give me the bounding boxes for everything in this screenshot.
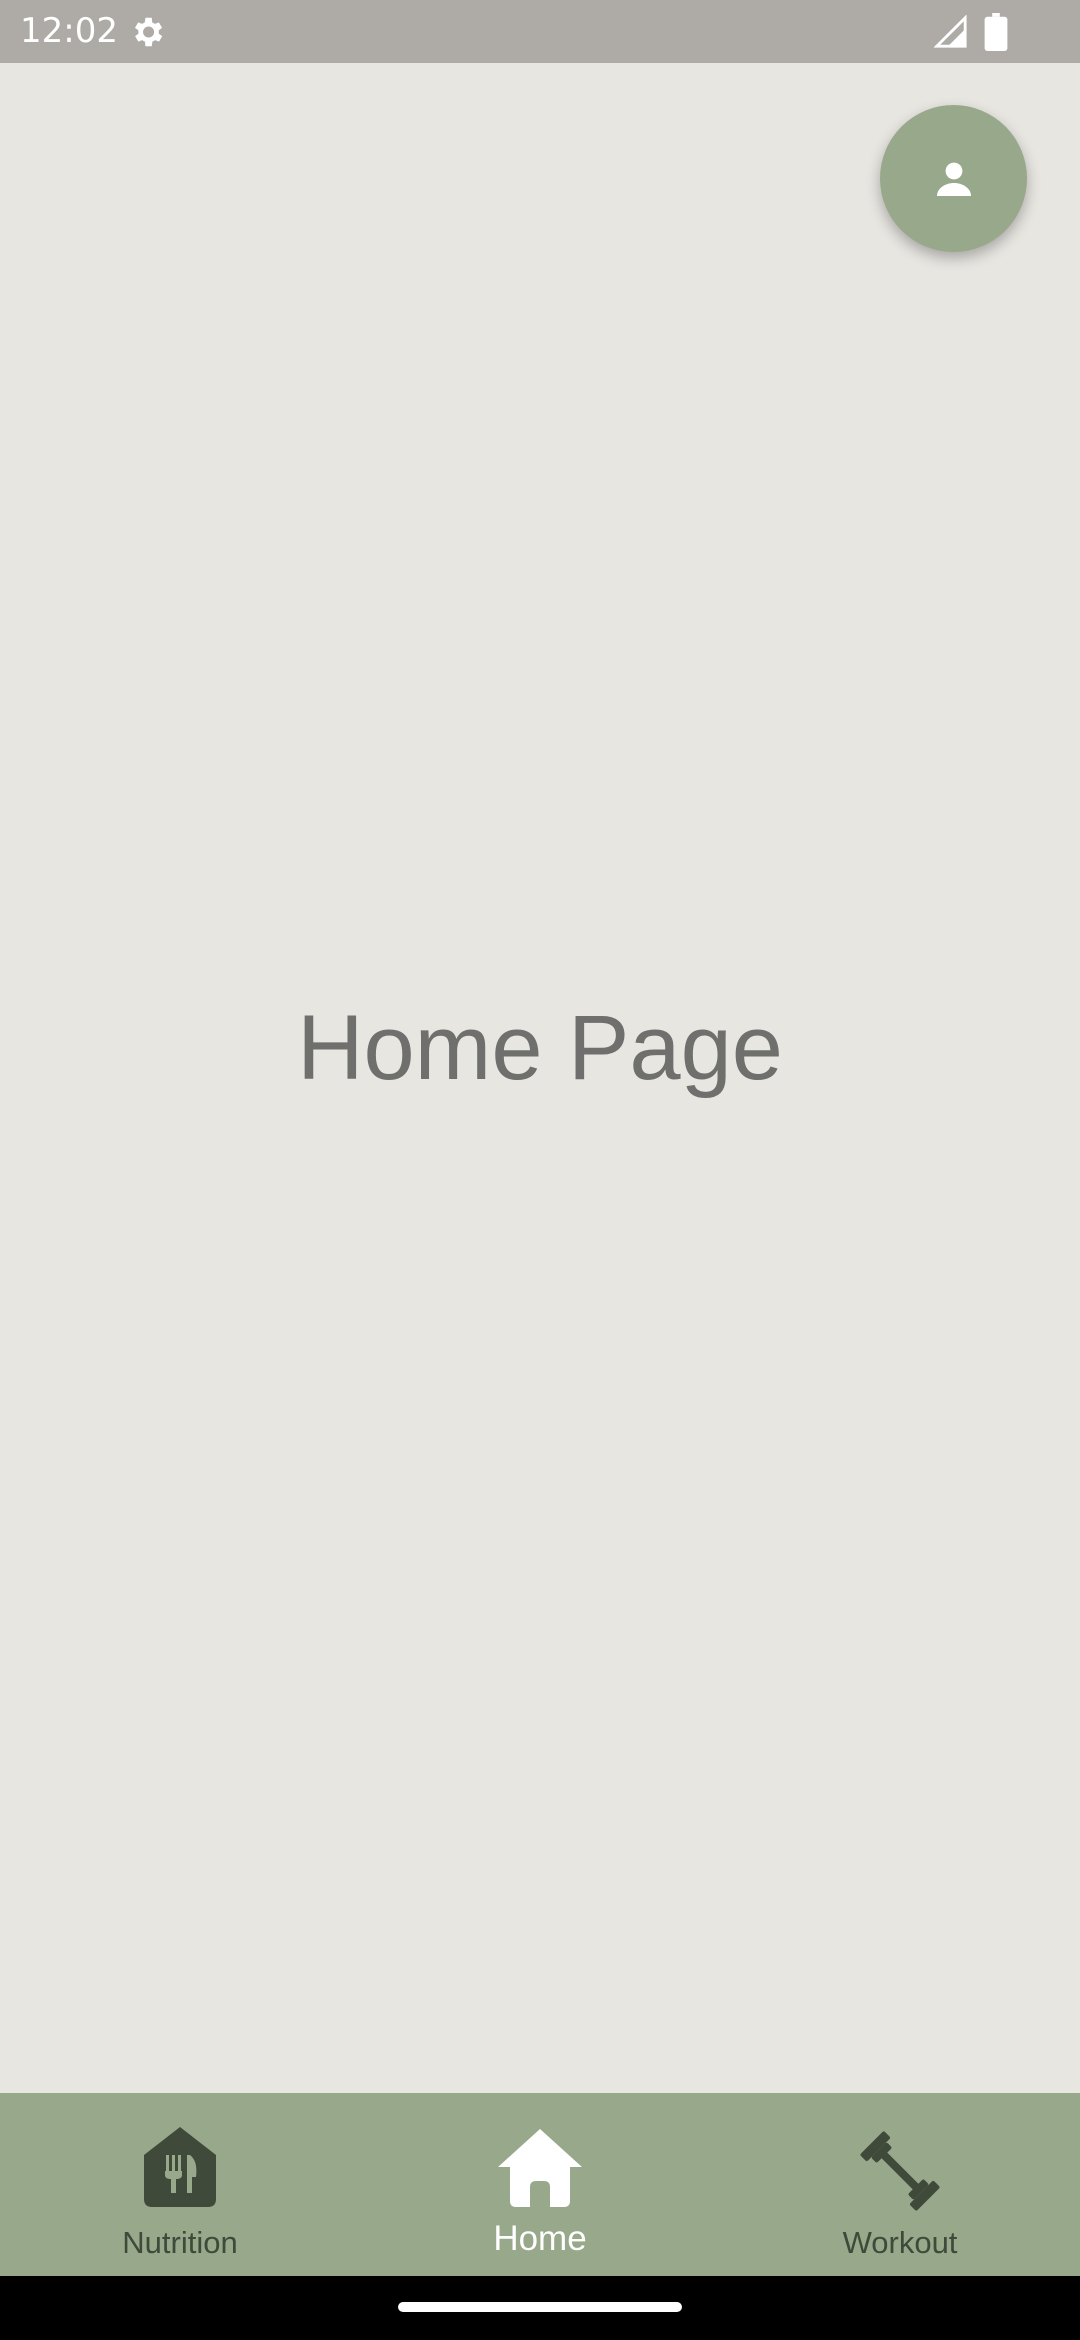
home-icon	[490, 2121, 590, 2221]
gear-icon	[128, 13, 166, 51]
cell-signal-icon	[933, 14, 968, 49]
nav-label-nutrition: Nutrition	[122, 2225, 238, 2260]
system-navigation-bar	[0, 2276, 1080, 2340]
restaurant-icon	[130, 2121, 230, 2221]
page-title: Home Page	[297, 997, 783, 1099]
nav-item-nutrition[interactable]: Nutrition	[0, 2093, 360, 2276]
nav-item-home[interactable]: Home	[360, 2093, 720, 2276]
nav-item-workout[interactable]: Workout	[720, 2093, 1080, 2276]
nav-label-workout: Workout	[842, 2225, 958, 2260]
dumbbell-icon	[850, 2121, 950, 2221]
battery-icon	[984, 13, 1008, 51]
status-bar: 12:02	[0, 0, 1080, 63]
bottom-navigation: Nutrition Home Workout	[0, 2093, 1080, 2276]
main-content: Home Page	[0, 63, 1080, 2093]
profile-button[interactable]	[880, 105, 1027, 252]
person-icon	[936, 162, 971, 196]
nav-label-home: Home	[493, 2219, 587, 2258]
status-time: 12:02	[20, 11, 118, 51]
home-gesture-handle[interactable]	[398, 2302, 682, 2312]
